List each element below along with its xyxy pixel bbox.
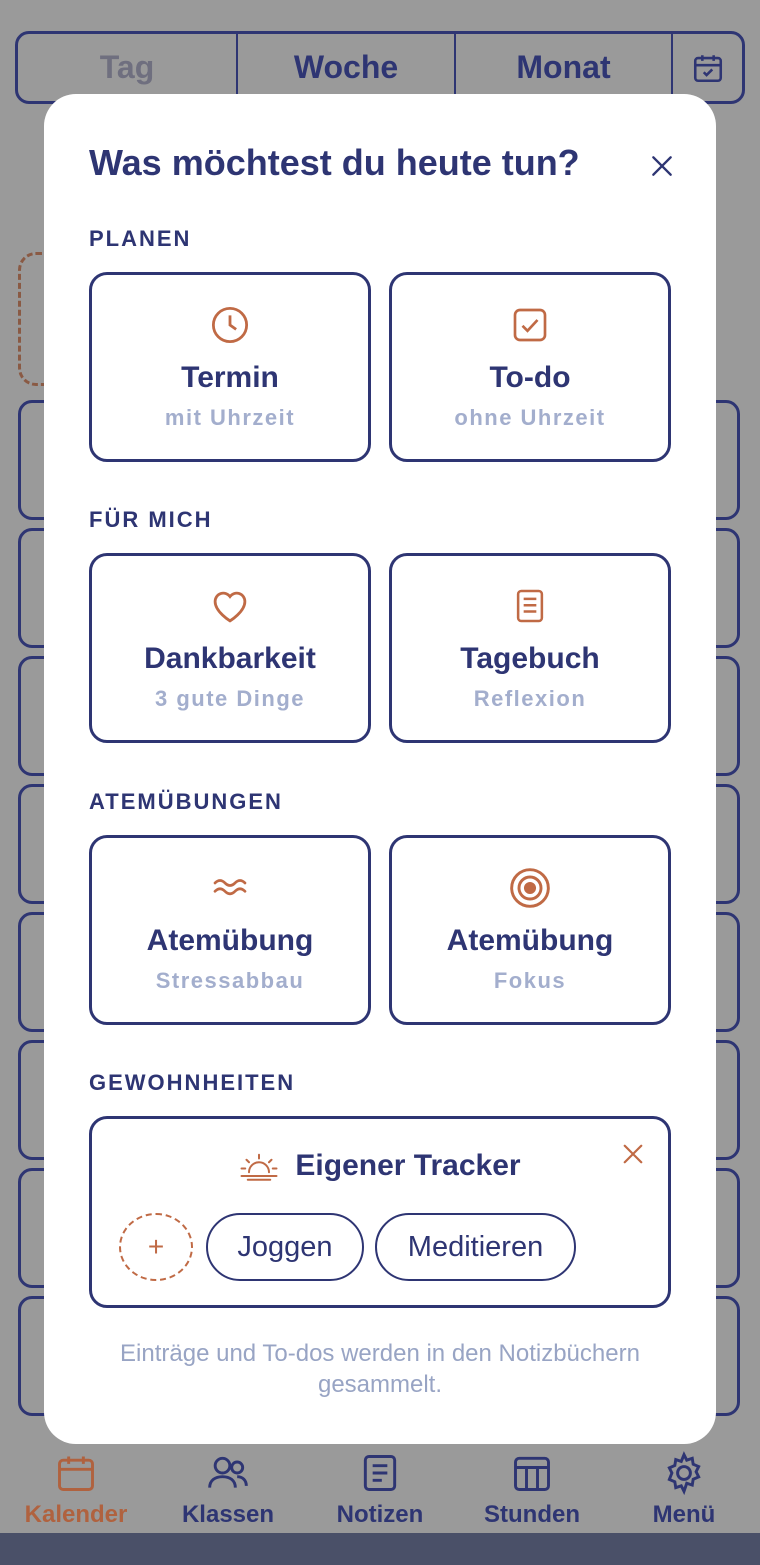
bottom-navigation: Kalender Klassen Notizen Stunden Menü	[0, 1440, 760, 1535]
sunrise-icon	[240, 1153, 278, 1181]
nav-klassen[interactable]: Klassen	[152, 1440, 304, 1535]
card-title: To-do	[489, 361, 571, 394]
checkbox-icon	[508, 303, 552, 347]
section-label-atemuebungen: ATEMÜBUNGEN	[89, 789, 283, 814]
calendar-picker-button[interactable]	[673, 34, 742, 101]
card-subtitle: Reflexion	[473, 686, 587, 711]
section-label-planen: PLANEN	[89, 226, 192, 251]
nav-notizen[interactable]: Notizen	[304, 1440, 456, 1535]
heart-icon	[208, 584, 252, 628]
add-habit-button[interactable]: +	[119, 1213, 193, 1281]
tracker-title: Eigener Tracker	[295, 1149, 521, 1182]
waves-icon	[208, 866, 252, 910]
calendar-icon	[58, 1456, 94, 1491]
action-sheet-modal: Was möchtest du heute tun? PLANEN Termin…	[44, 94, 716, 1444]
tracker-header: Eigener Tracker	[92, 1149, 668, 1183]
card-subtitle: mit Uhrzeit	[164, 405, 296, 430]
card-title: Atemübung	[146, 924, 314, 957]
card-todo[interactable]: To-do ohne Uhrzeit	[389, 272, 671, 462]
card-subtitle: Fokus	[493, 968, 567, 993]
tracker-remove-button[interactable]	[618, 1139, 648, 1169]
timetable-icon	[514, 1456, 550, 1491]
nav-label: Kalender	[24, 1501, 128, 1528]
nav-stunden[interactable]: Stunden	[456, 1440, 608, 1535]
card-title: Tagebuch	[460, 642, 600, 675]
habit-chip-joggen[interactable]: Joggen	[206, 1213, 364, 1281]
card-title: Dankbarkeit	[144, 642, 316, 675]
nav-label: Notizen	[336, 1501, 424, 1528]
close-button[interactable]	[642, 146, 682, 186]
close-icon	[652, 156, 672, 176]
card-subtitle: Stressabbau	[155, 968, 305, 993]
clock-icon	[208, 303, 252, 347]
view-month-tab[interactable]: Monat	[456, 34, 673, 101]
card-title: Termin	[181, 361, 279, 394]
notes-icon	[363, 1455, 397, 1491]
close-icon	[623, 1144, 643, 1164]
section-label-gewohnheiten: GEWOHNHEITEN	[89, 1070, 296, 1095]
footer-note: Einträge und To-dos werden in den Notizb…	[120, 1340, 640, 1398]
nav-kalender[interactable]: Kalender	[0, 1440, 152, 1535]
system-navigation-bar	[0, 1533, 760, 1565]
view-day-tab[interactable]: Tag	[18, 34, 238, 101]
custom-tracker-card[interactable]: Eigener Tracker + Joggen Meditieren	[89, 1116, 671, 1308]
card-subtitle: 3 gute Dinge	[154, 686, 305, 711]
card-title: Atemübung	[446, 924, 614, 957]
card-atemuebung-stressabbau[interactable]: Atemübung Stressabbau	[89, 835, 371, 1025]
section-label-fuer-mich: FÜR MICH	[89, 507, 213, 532]
card-dankbarkeit[interactable]: Dankbarkeit 3 gute Dinge	[89, 553, 371, 743]
card-atemuebung-fokus[interactable]: Atemübung Fokus	[389, 835, 671, 1025]
people-icon	[208, 1456, 248, 1488]
nav-menu[interactable]: Menü	[608, 1440, 760, 1535]
nav-label: Stunden	[484, 1501, 580, 1528]
target-icon	[508, 866, 552, 910]
habit-chip-meditieren[interactable]: Meditieren	[375, 1213, 576, 1281]
document-icon	[508, 584, 552, 628]
modal-title: Was möchtest du heute tun?	[89, 142, 580, 183]
view-week-tab[interactable]: Woche	[238, 34, 456, 101]
card-termin[interactable]: Termin mit Uhrzeit	[89, 272, 371, 462]
card-subtitle: ohne Uhrzeit	[454, 405, 606, 430]
nav-label: Klassen	[181, 1501, 275, 1528]
calendar-check-icon	[693, 54, 722, 82]
nav-label: Menü	[652, 1501, 716, 1528]
plus-icon: +	[147, 1231, 165, 1262]
card-tagebuch[interactable]: Tagebuch Reflexion	[389, 553, 671, 743]
gear-icon	[667, 1451, 701, 1495]
